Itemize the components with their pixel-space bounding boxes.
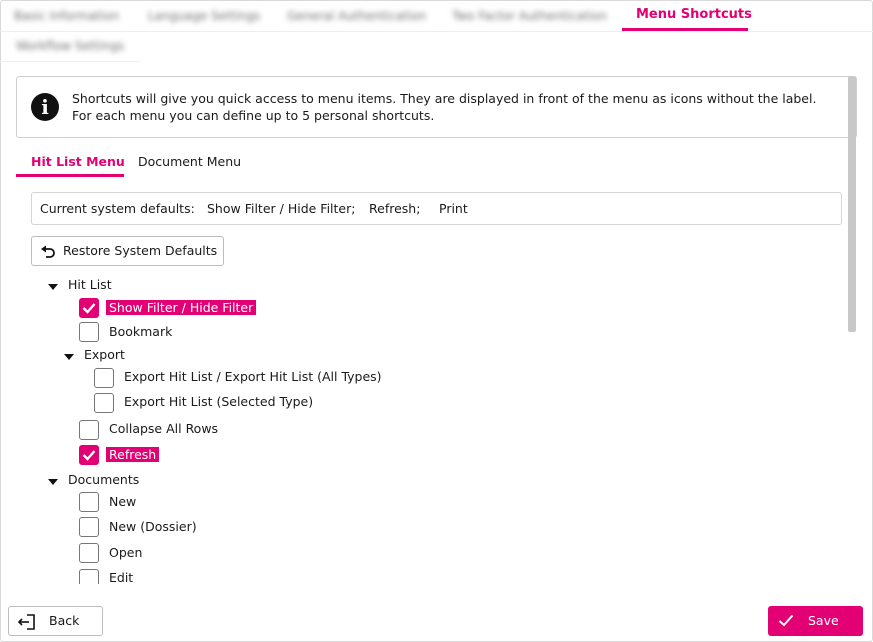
check-icon (82, 450, 96, 461)
tab-language-settings[interactable]: Language Settings (148, 1, 260, 31)
checkbox-show-filter[interactable] (79, 298, 99, 318)
check-icon (778, 614, 794, 627)
tree-item-edit: Edit (109, 570, 134, 585)
info-text: Shortcuts will give you quick access to … (72, 91, 817, 123)
tree-item-collapse-all-rows: Collapse All Rows (109, 421, 219, 436)
tab-basic-information[interactable]: Basic Information (14, 1, 119, 31)
defaults-label: Current system defaults: (40, 201, 195, 216)
top-tab-bar: Basic Information Language Settings Gene… (0, 0, 873, 62)
tree-group-export: Export (84, 347, 125, 362)
tree-item-open: Open (109, 545, 143, 560)
undo-icon (41, 245, 55, 258)
subtab-indicator (16, 174, 124, 177)
default-item: Print (439, 201, 468, 216)
back-button-label: Back (49, 613, 80, 628)
tab-two-factor-authentication[interactable]: Two Factor Authentication (452, 1, 607, 31)
exit-icon (18, 614, 35, 630)
caret-down-icon[interactable] (48, 479, 58, 485)
restore-system-defaults-button[interactable]: Restore System Defaults (31, 236, 224, 266)
tree-item-new: New (109, 494, 137, 509)
save-button-label: Save (808, 613, 839, 628)
caret-down-icon[interactable] (64, 354, 74, 360)
tab-document-menu[interactable]: Document Menu (138, 152, 241, 174)
back-button[interactable]: Back (8, 606, 103, 636)
tree-item-export-selected-type: Export Hit List (Selected Type) (124, 394, 314, 409)
tree-item-refresh: Refresh (106, 446, 160, 464)
save-button[interactable]: Save (768, 606, 863, 636)
checkbox-open[interactable] (79, 543, 99, 563)
restore-button-label: Restore System Defaults (63, 243, 218, 258)
tab-divider-2 (0, 61, 140, 62)
scrollbar-thumb[interactable] (848, 76, 856, 332)
checkbox-export-all-types[interactable] (94, 368, 114, 388)
default-item: Refresh; (369, 201, 421, 216)
check-icon (82, 303, 96, 314)
info-box: i Shortcuts will give you quick access t… (16, 76, 857, 138)
checkbox-bookmark[interactable] (79, 322, 99, 342)
tab-menu-shortcuts[interactable]: Menu Shortcuts (636, 0, 752, 30)
tab-divider (0, 31, 873, 32)
tree-group-hit-list: Hit List (68, 277, 112, 292)
checkbox-new[interactable] (79, 492, 99, 512)
info-icon: i (31, 93, 59, 121)
system-defaults-bar: Current system defaults: Show Filter / H… (31, 192, 842, 225)
tree-item-bookmark: Bookmark (109, 324, 173, 339)
checkbox-collapse-all-rows[interactable] (79, 420, 99, 440)
checkbox-export-selected-type[interactable] (94, 393, 114, 413)
checkbox-new-dossier[interactable] (79, 517, 99, 537)
tab-workflow-settings[interactable]: Workflow Settings (16, 31, 124, 61)
tree-item-new-dossier: New (Dossier) (109, 519, 197, 534)
caret-down-icon[interactable] (48, 284, 58, 290)
tree-item-label: Show Filter / Hide Filter (106, 300, 257, 315)
tab-general-authentication[interactable]: General Authentication (287, 1, 426, 31)
tab-hit-list-menu[interactable]: Hit List Menu (31, 152, 125, 174)
tree-group-documents: Documents (68, 472, 140, 487)
checkbox-edit[interactable] (79, 569, 99, 584)
tree-item-show-filter: Show Filter / Hide Filter (106, 299, 257, 317)
checkbox-refresh[interactable] (79, 445, 99, 465)
tree-item-label: Refresh (106, 447, 160, 462)
tree-item-export-all-types: Export Hit List / Export Hit List (All T… (124, 369, 382, 384)
default-item: Show Filter / Hide Filter; (207, 201, 356, 216)
